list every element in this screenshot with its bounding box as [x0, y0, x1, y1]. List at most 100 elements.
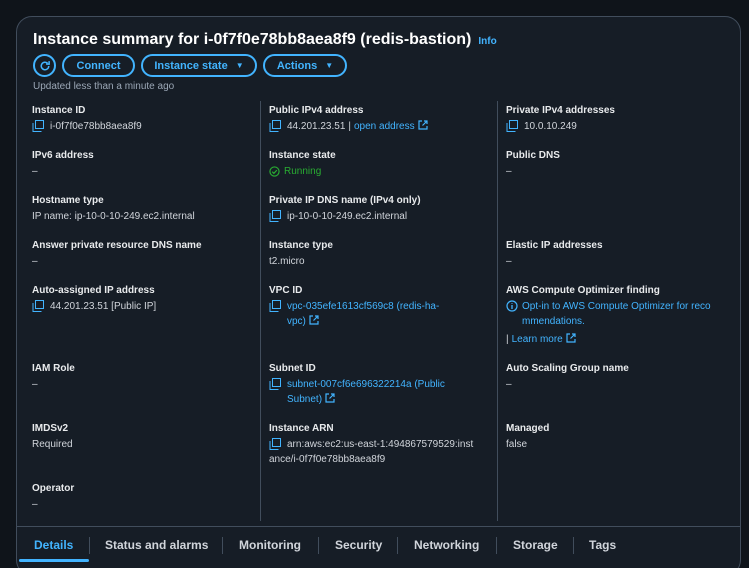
info-link[interactable]: Info: [478, 36, 496, 47]
field-label: Instance ID: [32, 105, 86, 116]
info-circle-icon: [506, 300, 518, 312]
title-row: Instance summary for i-0f7f0e78bb8aea8f9…: [33, 31, 497, 49]
field-private-ip-dns: Private IP DNS name (IPv4 only) ip-10-0-…: [269, 194, 495, 224]
field-value: –: [32, 499, 38, 510]
copy-icon[interactable]: [506, 120, 518, 132]
tab-networking[interactable]: Networking: [414, 527, 479, 563]
optimizer-opt-in-link[interactable]: Opt-in to AWS Compute Optimizer for reco…: [522, 299, 711, 329]
tab-bar: Details Status and alarms Monitoring Sec…: [17, 526, 740, 568]
tab-divider: [318, 537, 319, 554]
tab-divider: [573, 537, 574, 554]
open-address-link[interactable]: open address: [354, 119, 428, 134]
field-answer-dns: Answer private resource DNS name –: [32, 239, 258, 269]
field-label: Auto-assigned IP address: [32, 285, 155, 296]
learn-more-label: Learn more: [511, 334, 563, 345]
field-value: false: [506, 439, 528, 450]
field-value: 44.201.23.51: [287, 121, 346, 132]
vpc-link-line2: vpc): [287, 316, 306, 327]
field-imdsv2: IMDSv2 Required: [32, 422, 258, 452]
connect-button[interactable]: Connect: [62, 54, 135, 77]
field-label: Instance type: [269, 240, 333, 251]
tab-storage[interactable]: Storage: [513, 527, 558, 563]
arn-line1: arn:aws:ec2:us-east-1:494867579529:inst: [287, 439, 474, 450]
active-tab-indicator: [19, 559, 89, 562]
field-label: Auto Scaling Group name: [506, 363, 629, 374]
field-value: i-0f7f0e78bb8aea8f9: [50, 121, 142, 132]
field-elastic-ip: Elastic IP addresses –: [506, 239, 732, 269]
action-buttons: Connect Instance state ▼ Actions ▼: [33, 54, 353, 77]
field-label: Subnet ID: [269, 363, 316, 374]
learn-more-link[interactable]: Learn more: [512, 332, 576, 347]
field-label: Private IP DNS name (IPv4 only): [269, 195, 421, 206]
page-title: Instance summary for i-0f7f0e78bb8aea8f9…: [33, 31, 472, 48]
instance-state-label: Instance state: [154, 59, 228, 72]
arn-line2: ance/i-0f7f0e78bb8aea8f9: [269, 454, 386, 465]
tab-divider: [222, 537, 223, 554]
field-value: IP name: ip-10-0-10-249.ec2.internal: [32, 211, 195, 222]
copy-icon[interactable]: [32, 300, 44, 312]
subnet-link[interactable]: subnet-007cf6e696322214a (Public Subnet): [287, 377, 445, 407]
field-value: ip-10-0-10-249.ec2.internal: [287, 211, 408, 222]
connect-label: Connect: [76, 59, 121, 72]
field-instance-id: Instance ID i-0f7f0e78bb8aea8f9: [32, 104, 258, 134]
open-address-label: open address: [354, 121, 415, 132]
field-asg-name: Auto Scaling Group name –: [506, 362, 732, 392]
column-divider: [260, 101, 261, 521]
vpc-link[interactable]: vpc-035efe1613cf569c8 (redis-ha- vpc): [287, 299, 439, 329]
field-value: 44.201.23.51 [Public IP]: [50, 301, 157, 312]
field-value: –: [32, 379, 38, 390]
field-label: Elastic IP addresses: [506, 240, 603, 251]
field-label: Managed: [506, 423, 550, 434]
external-link-icon: [566, 333, 576, 343]
separator: |: [348, 121, 351, 132]
field-label: AWS Compute Optimizer finding: [506, 285, 660, 296]
external-link-icon: [325, 393, 335, 403]
copy-icon[interactable]: [269, 378, 281, 390]
refresh-button[interactable]: [33, 54, 56, 77]
field-managed: Managed false: [506, 422, 732, 452]
tab-divider: [89, 537, 90, 554]
optimizer-line1: Opt-in to AWS Compute Optimizer for reco: [522, 301, 711, 312]
field-compute-optimizer: AWS Compute Optimizer finding Opt-in to …: [506, 284, 736, 347]
tab-details[interactable]: Details: [34, 527, 73, 563]
field-label: Public IPv4 address: [269, 105, 364, 116]
copy-icon[interactable]: [32, 120, 44, 132]
field-instance-arn: Instance ARN arn:aws:ec2:us-east-1:49486…: [269, 422, 495, 467]
tab-monitoring[interactable]: Monitoring: [239, 527, 301, 563]
actions-button[interactable]: Actions ▼: [263, 54, 347, 77]
tab-status-and-alarms[interactable]: Status and alarms: [105, 527, 208, 563]
copy-icon[interactable]: [269, 210, 281, 222]
field-label: Operator: [32, 483, 75, 494]
copy-icon[interactable]: [269, 120, 281, 132]
tab-security[interactable]: Security: [335, 527, 382, 563]
field-public-dns: Public DNS –: [506, 149, 732, 179]
instance-state-button[interactable]: Instance state ▼: [141, 54, 257, 77]
subnet-link-line2: Subnet): [287, 394, 323, 405]
field-label: VPC ID: [269, 285, 303, 296]
updated-text: Updated less than a minute ago: [33, 81, 175, 92]
refresh-icon: [40, 60, 50, 70]
field-value: –: [32, 256, 38, 267]
tab-tags[interactable]: Tags: [589, 527, 616, 563]
tab-divider: [496, 537, 497, 554]
column-divider: [497, 101, 498, 521]
field-label: Private IPv4 addresses: [506, 105, 615, 116]
field-label: Answer private resource DNS name: [32, 240, 202, 251]
vpc-link-line1: vpc-035efe1613cf569c8 (redis-ha-: [287, 301, 440, 312]
field-label: IAM Role: [32, 363, 75, 374]
field-public-ipv4: Public IPv4 address 44.201.23.51 | open …: [269, 104, 495, 134]
instance-summary-panel: Instance summary for i-0f7f0e78bb8aea8f9…: [16, 16, 741, 568]
field-label: Instance state: [269, 150, 336, 161]
field-label: IMDSv2: [32, 423, 69, 434]
copy-icon[interactable]: [269, 438, 281, 450]
field-value: 10.0.10.249: [524, 121, 577, 132]
status-text: Running: [284, 166, 322, 177]
field-value: Required: [32, 439, 73, 450]
copy-icon[interactable]: [269, 300, 281, 312]
status-badge: Running: [269, 164, 321, 179]
field-private-ipv4: Private IPv4 addresses 10.0.10.249: [506, 104, 732, 134]
field-operator: Operator –: [32, 482, 258, 512]
actions-label: Actions: [276, 59, 318, 72]
field-value: arn:aws:ec2:us-east-1:494867579529:inst …: [269, 437, 474, 467]
field-value: –: [506, 256, 512, 267]
